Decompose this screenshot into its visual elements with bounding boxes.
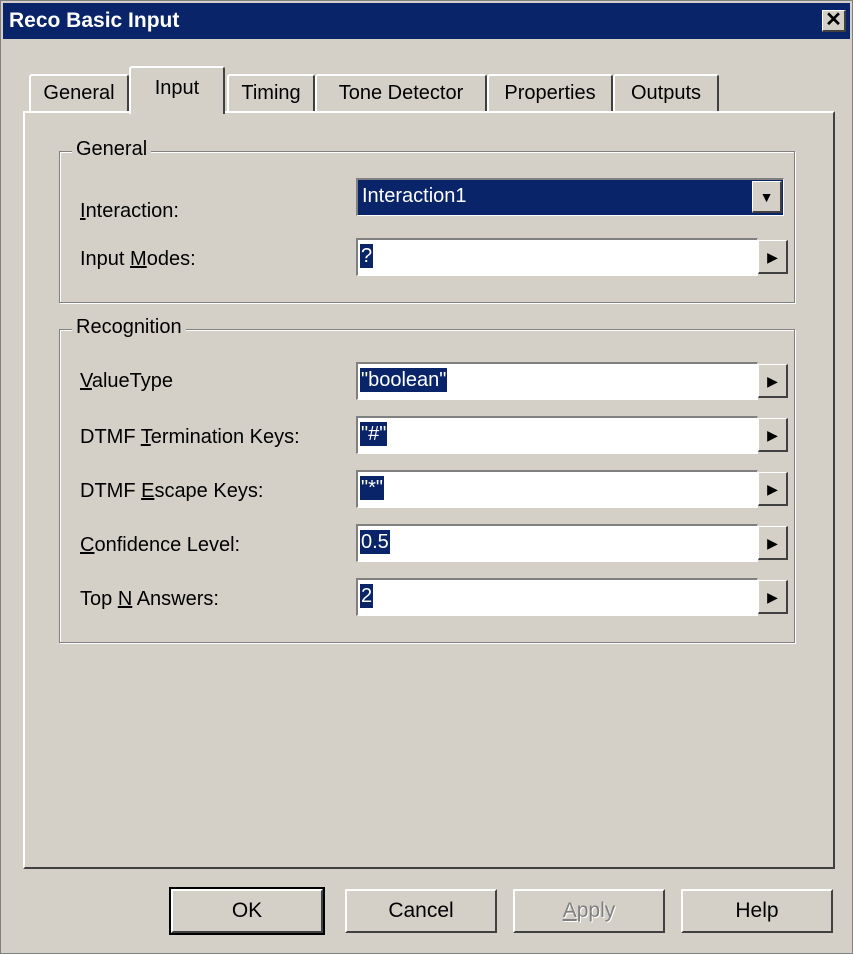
- confidence-level-value: 0.5: [360, 530, 390, 554]
- input-tab-panel: General Interaction: Interaction1 ▼ Inpu…: [23, 111, 835, 869]
- tab-input[interactable]: Input: [129, 66, 225, 114]
- general-group: General Interaction: Interaction1 ▼ Inpu…: [59, 138, 795, 303]
- recognition-group: Recognition ValueType "boolean" ▶ DTMF T…: [59, 316, 795, 643]
- confidence-level-label: Confidence Level:: [80, 534, 241, 556]
- dialog-window: Reco Basic Input ✕ General Input Timing …: [0, 0, 853, 954]
- top-n-answers-value: 2: [360, 584, 374, 608]
- input-modes-expand-button[interactable]: ▶: [758, 240, 788, 274]
- apply-button-label: Apply: [562, 899, 616, 922]
- window-title: Reco Basic Input: [9, 9, 180, 32]
- expand-arrow-icon: ▶: [767, 373, 778, 389]
- expand-arrow-icon: ▶: [767, 427, 778, 443]
- general-group-caption: General: [72, 138, 152, 161]
- ok-button[interactable]: OK: [169, 887, 325, 935]
- dtmf-termination-keys-field[interactable]: "#": [356, 416, 758, 454]
- ok-button-label: OK: [231, 899, 263, 922]
- expand-arrow-icon: ▶: [767, 481, 778, 497]
- expand-arrow-icon: ▶: [767, 535, 778, 551]
- close-icon: ✕: [825, 9, 842, 31]
- dtmf-escape-keys-label: DTMF Escape Keys:: [80, 480, 264, 502]
- tab-outputs[interactable]: Outputs: [613, 74, 719, 112]
- dtmf-escape-keys-field[interactable]: "*": [356, 470, 758, 508]
- confidence-level-field[interactable]: 0.5: [356, 524, 758, 562]
- dtmf-termination-keys-value: "#": [360, 422, 388, 446]
- valuetype-label: ValueType: [80, 370, 174, 392]
- valuetype-value: "boolean": [360, 368, 448, 392]
- expand-arrow-icon: ▶: [767, 249, 778, 265]
- tab-properties[interactable]: Properties: [487, 74, 613, 112]
- close-button[interactable]: ✕: [822, 10, 846, 32]
- input-modes-field[interactable]: ?: [356, 238, 758, 276]
- tab-label: Properties: [504, 82, 596, 104]
- dtmf-termination-keys-expand-button[interactable]: ▶: [758, 418, 788, 452]
- dtmf-escape-keys-expand-button[interactable]: ▶: [758, 472, 788, 506]
- tab-label: Input: [154, 77, 200, 99]
- top-n-answers-expand-button[interactable]: ▶: [758, 580, 788, 614]
- tab-timing[interactable]: Timing: [227, 74, 315, 112]
- tab-label: General: [43, 82, 115, 104]
- interaction-select[interactable]: Interaction1 ▼: [356, 178, 784, 216]
- tab-label: Tone Detector: [338, 82, 464, 104]
- dtmf-termination-keys-label: DTMF Termination Keys:: [80, 426, 300, 448]
- dtmf-escape-keys-value: "*": [360, 476, 384, 500]
- chevron-down-icon: ▼: [759, 189, 774, 205]
- cancel-button-label: Cancel: [388, 899, 454, 922]
- top-n-answers-field[interactable]: 2: [356, 578, 758, 616]
- dropdown-button[interactable]: ▼: [752, 181, 782, 213]
- interaction-label: Interaction:: [80, 200, 179, 222]
- recognition-group-caption: Recognition: [72, 316, 186, 339]
- input-modes-label: Input Modes:: [80, 248, 196, 270]
- confidence-level-expand-button[interactable]: ▶: [758, 526, 788, 560]
- apply-button[interactable]: Apply: [513, 889, 665, 933]
- help-button-label: Help: [735, 899, 779, 922]
- help-button[interactable]: Help: [681, 889, 833, 933]
- cancel-button[interactable]: Cancel: [345, 889, 497, 933]
- interaction-value: Interaction1: [362, 185, 467, 207]
- input-modes-value: ?: [360, 244, 374, 268]
- valuetype-expand-button[interactable]: ▶: [758, 364, 788, 398]
- title-bar[interactable]: Reco Basic Input ✕: [3, 3, 850, 39]
- tab-label: Timing: [241, 82, 301, 104]
- tab-general[interactable]: General: [29, 74, 129, 112]
- top-n-answers-label: Top N Answers:: [80, 588, 219, 610]
- valuetype-field[interactable]: "boolean": [356, 362, 758, 400]
- expand-arrow-icon: ▶: [767, 589, 778, 605]
- tab-tone-detector[interactable]: Tone Detector: [315, 74, 487, 112]
- tab-label: Outputs: [630, 82, 702, 104]
